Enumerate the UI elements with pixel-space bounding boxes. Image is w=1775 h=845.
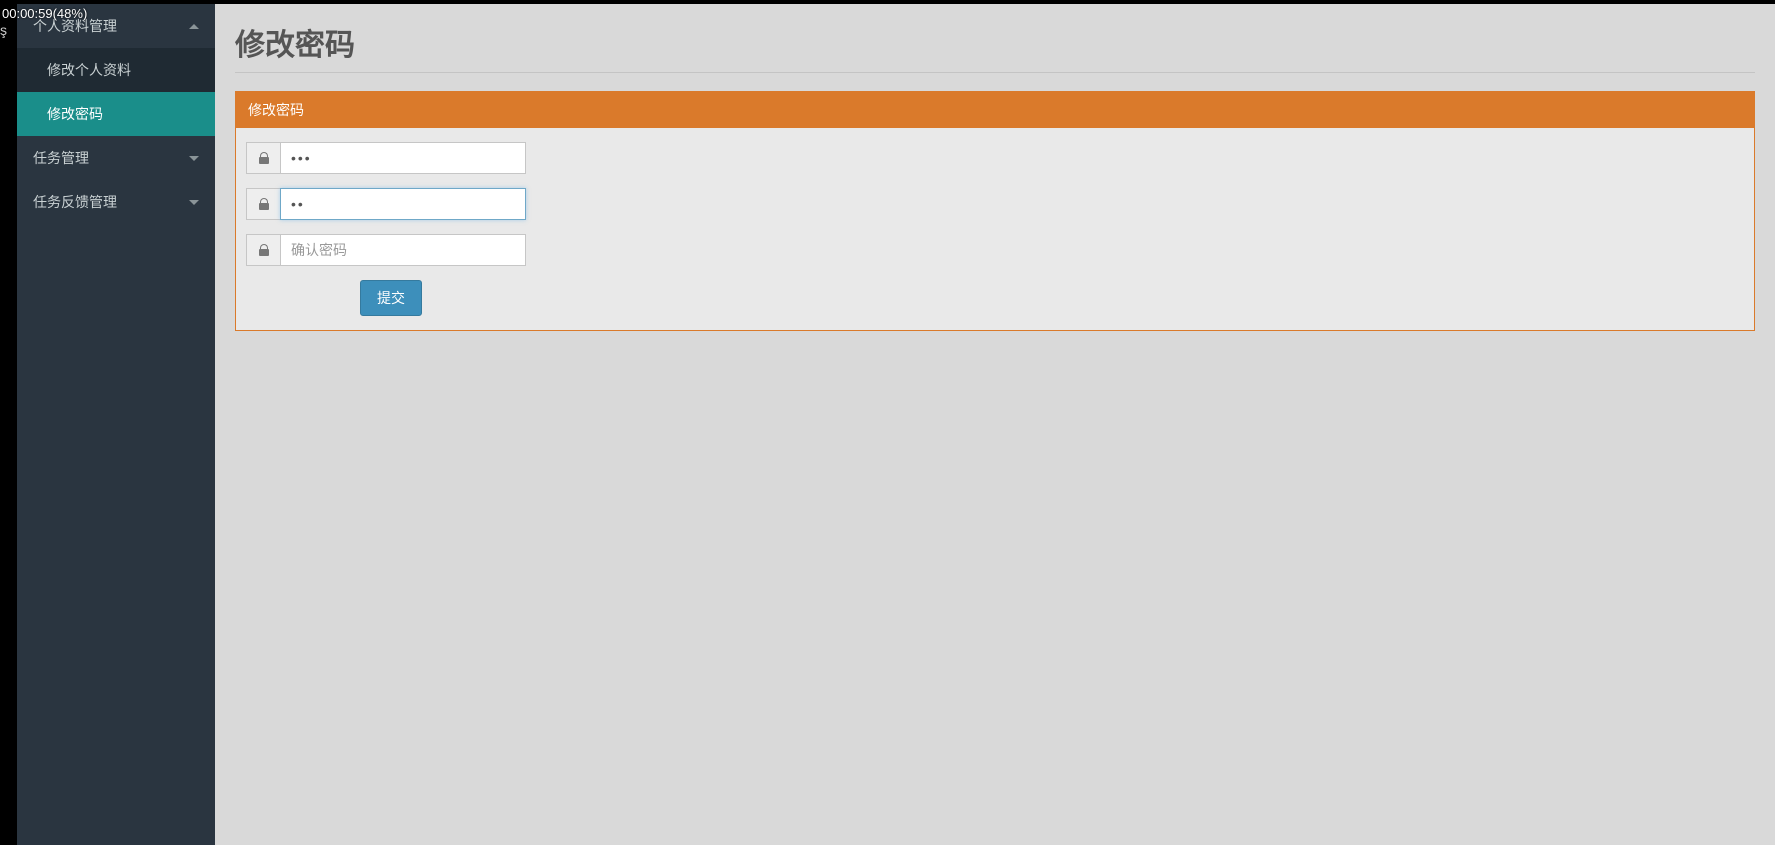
input-addon bbox=[246, 188, 280, 220]
change-password-panel: 修改密码 bbox=[235, 91, 1755, 331]
sidebar-group-label: 任务反馈管理 bbox=[33, 192, 117, 212]
chevron-down-icon bbox=[189, 156, 199, 161]
app-container: 个人资料管理 修改个人资料 修改密码 任务管理 任务反馈管理 修改密码 修改密码 bbox=[0, 4, 1775, 845]
sidebar: 个人资料管理 修改个人资料 修改密码 任务管理 任务反馈管理 bbox=[17, 4, 215, 845]
title-divider bbox=[235, 72, 1755, 73]
old-password-input[interactable] bbox=[280, 142, 526, 174]
sidebar-group-label: 任务管理 bbox=[33, 148, 89, 168]
submit-row: 提交 bbox=[246, 280, 1744, 316]
old-password-group bbox=[246, 142, 526, 174]
sidebar-item-change-password[interactable]: 修改密码 bbox=[17, 92, 215, 136]
sidebar-item-label: 修改个人资料 bbox=[47, 62, 131, 78]
lock-icon bbox=[259, 244, 269, 256]
input-addon bbox=[246, 234, 280, 266]
lock-icon bbox=[259, 198, 269, 210]
confirm-password-input[interactable] bbox=[280, 234, 526, 266]
sidebar-group-task-feedback[interactable]: 任务反馈管理 bbox=[17, 180, 215, 224]
sidebar-item-label: 修改密码 bbox=[47, 106, 103, 122]
lock-icon bbox=[259, 152, 269, 164]
input-addon bbox=[246, 142, 280, 174]
main-content: 修改密码 修改密码 bbox=[215, 4, 1775, 845]
chevron-down-icon bbox=[189, 200, 199, 205]
confirm-password-group bbox=[246, 234, 526, 266]
chevron-up-icon bbox=[189, 24, 199, 29]
page-title: 修改密码 bbox=[235, 20, 1755, 64]
sidebar-group-tasks[interactable]: 任务管理 bbox=[17, 136, 215, 180]
new-password-group bbox=[246, 188, 526, 220]
recording-timestamp: 00:00:59(48%) bbox=[2, 6, 87, 21]
new-password-input[interactable] bbox=[280, 188, 526, 220]
panel-header: 修改密码 bbox=[236, 92, 1754, 128]
edge-glyph: ş bbox=[0, 22, 7, 38]
sidebar-item-edit-profile[interactable]: 修改个人资料 bbox=[17, 48, 215, 92]
submit-button[interactable]: 提交 bbox=[360, 280, 422, 316]
panel-body: 提交 bbox=[236, 128, 1754, 330]
